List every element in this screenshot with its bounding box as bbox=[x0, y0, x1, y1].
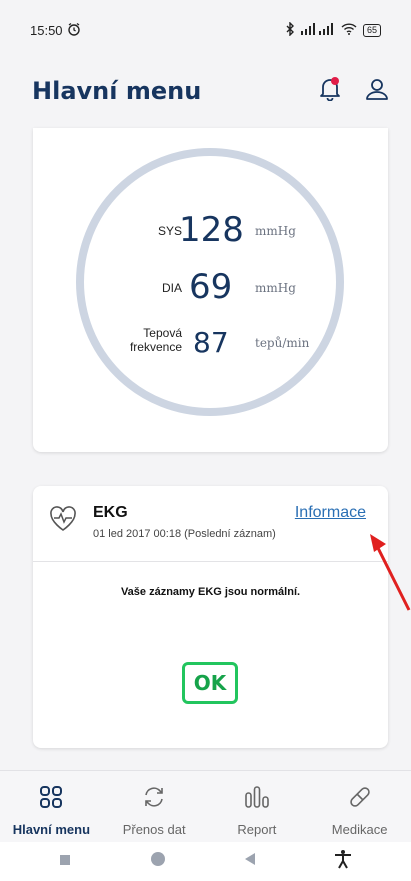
nav-label-medikace: Medikace bbox=[331, 822, 388, 837]
wifi-icon bbox=[341, 22, 357, 38]
report-icon bbox=[244, 785, 270, 814]
bluetooth-icon bbox=[285, 20, 295, 39]
accessibility-icon[interactable] bbox=[334, 849, 352, 874]
signal-icon bbox=[300, 22, 335, 38]
header-actions bbox=[319, 76, 389, 106]
annotation-arrow bbox=[370, 534, 411, 611]
status-left: 15:50 bbox=[30, 22, 81, 39]
dia-unit: mmHg bbox=[255, 281, 296, 295]
pulse-unit: tepů/min bbox=[255, 336, 310, 350]
nav-item-prenos-dat[interactable]: Přenos dat bbox=[103, 771, 206, 842]
dia-label: DIA bbox=[161, 281, 182, 295]
nav-item-hlavni-menu[interactable]: Hlavní menu bbox=[0, 771, 103, 842]
pill-icon bbox=[348, 785, 372, 814]
ekg-status-message: Vaše záznamy EKG jsou normální. bbox=[120, 586, 301, 598]
battery-indicator: 65 bbox=[362, 23, 381, 37]
alarm-icon bbox=[67, 22, 81, 39]
dia-value: 69 bbox=[189, 267, 233, 307]
sys-value: 128 bbox=[179, 210, 244, 250]
profile-icon[interactable] bbox=[365, 77, 389, 106]
pulse-label-line1: Tepová bbox=[143, 326, 182, 340]
ekg-last-record: 01 led 2017 00:18 (Poslední záznam) bbox=[93, 528, 276, 540]
nav-item-report[interactable]: Report bbox=[206, 771, 309, 842]
pulse-label: Tepová frekvence bbox=[130, 326, 182, 354]
sync-icon bbox=[142, 785, 166, 814]
blood-pressure-card: SYS 128 mmHg DIA 69 mmHg Tepová frekvenc… bbox=[33, 128, 388, 452]
nav-label-prenos-dat: Přenos dat bbox=[122, 822, 186, 837]
heart-pulse-icon bbox=[49, 506, 77, 537]
ekg-card: EKG 01 led 2017 00:18 (Poslední záznam) … bbox=[33, 486, 388, 748]
system-navigation-bar bbox=[0, 842, 411, 881]
status-time: 15:50 bbox=[30, 22, 63, 38]
grid-icon bbox=[39, 785, 63, 814]
ekg-ok-button[interactable]: OK bbox=[182, 662, 238, 704]
status-right: 65 bbox=[285, 20, 381, 39]
recent-apps-icon[interactable] bbox=[59, 853, 71, 871]
sys-unit: mmHg bbox=[255, 224, 296, 238]
status-bar: 15:50 65 bbox=[0, 0, 411, 60]
nav-item-medikace[interactable]: Medikace bbox=[308, 771, 411, 842]
ekg-card-header: EKG 01 led 2017 00:18 (Poslední záznam) … bbox=[33, 486, 388, 562]
ekg-title: EKG bbox=[93, 504, 128, 521]
back-icon[interactable] bbox=[244, 852, 256, 871]
pulse-label-line2: frekvence bbox=[129, 340, 182, 354]
app-header: Hlavní menu bbox=[0, 60, 411, 122]
bottom-navigation: Hlavní menu Přenos dat Report Medikace bbox=[0, 770, 411, 842]
sys-reading: SYS 128 mmHg bbox=[33, 210, 388, 252]
home-icon[interactable] bbox=[149, 850, 167, 873]
pulse-value: 87 bbox=[193, 326, 229, 359]
nav-label-report: Report bbox=[237, 822, 277, 837]
ekg-info-link[interactable]: Informace bbox=[295, 504, 366, 522]
notification-bell-icon[interactable] bbox=[319, 76, 341, 106]
dia-reading: DIA 69 mmHg bbox=[33, 267, 388, 309]
page-title: Hlavní menu bbox=[32, 77, 202, 105]
nav-label-hlavni-menu: Hlavní menu bbox=[12, 822, 91, 837]
pulse-reading: Tepová frekvence 87 tepů/min bbox=[33, 324, 388, 364]
